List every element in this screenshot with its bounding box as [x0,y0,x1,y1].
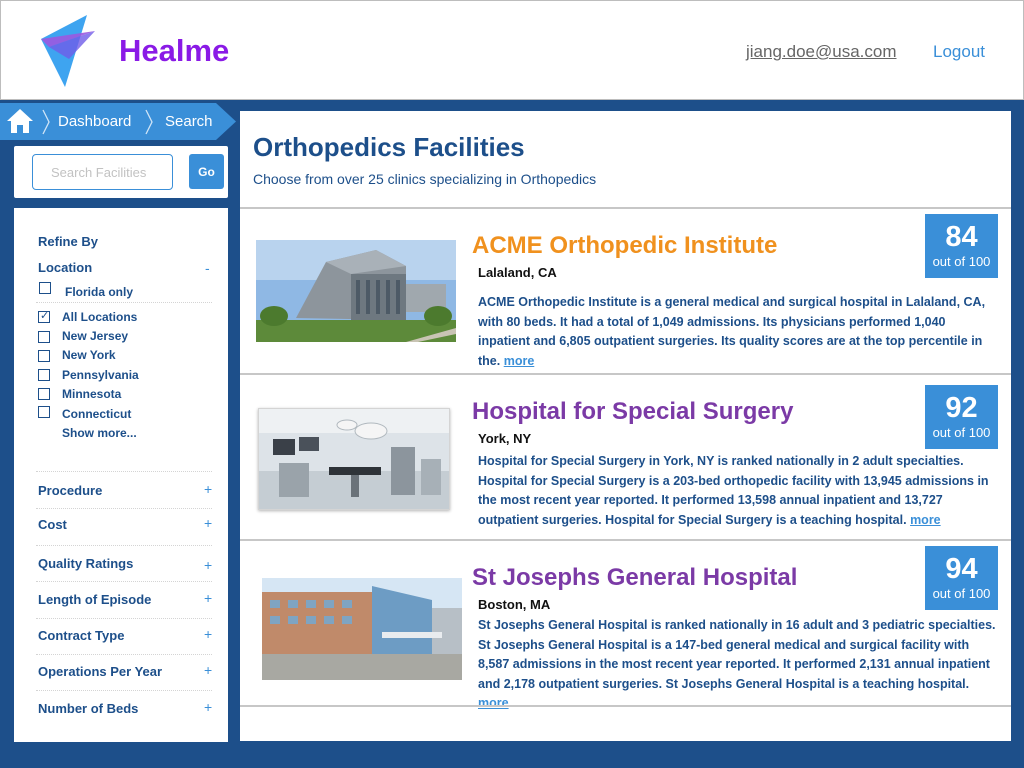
checkbox-minnesota[interactable] [38,388,50,400]
filter-number-of-beds[interactable]: Number of Beds [38,701,138,716]
go-button[interactable]: Go [189,154,224,189]
search-input[interactable] [32,154,173,190]
facility-name-link[interactable]: ACME Orthopedic Institute [472,232,777,260]
checkbox-label: Pennsylvania [62,368,139,382]
score-out-of: out of 100 [932,425,991,440]
checkbox-label: Minnesota [62,387,122,401]
quality-score-badge: 84 out of 100 [925,214,998,278]
facility-name-link[interactable]: Hospital for Special Surgery [472,398,793,426]
location-collapse-toggle[interactable]: - [205,260,210,276]
divider [36,471,212,472]
logout-link[interactable]: Logout [933,42,985,62]
divider [36,302,212,303]
divider [36,508,212,509]
facility-description-text: St Josephs General Hospital is ranked na… [478,618,996,691]
show-more-link[interactable]: Show more... [62,426,137,440]
page-subtitle: Choose from over 25 clinics specializing… [253,171,597,187]
filter-cost[interactable]: Cost [38,517,67,532]
more-link[interactable]: more [478,696,509,710]
divider [240,539,1011,541]
score-value: 94 [945,553,978,585]
quality-score-badge: 92 out of 100 [925,385,998,449]
filter-operations-per-year[interactable]: Operations Per Year [38,664,162,679]
filter-contract-type[interactable]: Contract Type [38,628,124,643]
checkbox-all-locations[interactable] [38,309,50,323]
expand-plus-icon[interactable]: + [204,590,212,606]
divider [36,581,212,582]
checkbox-label: New York [62,348,116,362]
facility-photo[interactable] [256,240,456,342]
facility-photo[interactable] [262,578,462,680]
refine-title: Refine By [38,234,98,249]
facility-location: Lalaland, CA [478,265,557,280]
checkbox-label: New Jersey [62,329,129,343]
checkbox-pennsylvania[interactable] [38,369,50,381]
filter-procedure[interactable]: Procedure [38,483,102,498]
divider [36,654,212,655]
facility-name-link[interactable]: St Josephs General Hospital [472,564,797,592]
expand-plus-icon[interactable]: + [204,626,212,642]
expand-plus-icon[interactable]: + [204,699,212,715]
facility-location: Boston, MA [478,597,551,612]
more-link[interactable]: more [504,354,535,368]
breadcrumb: Dashboard Search [0,103,236,140]
operating-room-photo-icon [259,409,449,509]
search-panel: Go [14,146,228,198]
building-photo-icon [256,240,456,342]
facility-description: Hospital for Special Surgery in York, NY… [478,452,996,530]
expand-plus-icon[interactable]: + [204,662,212,678]
filter-panel: Refine By Location - Florida only All Lo… [14,208,228,742]
checkbox-label: Florida only [65,285,134,299]
checkbox-connecticut[interactable] [38,406,50,418]
facility-location: York, NY [478,431,532,446]
brand-name: Healme [119,33,230,68]
checkbox-new-jersey[interactable] [38,331,50,343]
expand-plus-icon[interactable]: + [204,557,212,573]
expand-plus-icon[interactable]: + [204,515,212,531]
divider [240,373,1011,375]
facility-description: ACME Orthopedic Institute is a general m… [478,293,996,371]
score-out-of: out of 100 [932,254,991,269]
divider [240,207,1011,209]
home-icon[interactable] [6,108,34,134]
expand-plus-icon[interactable]: + [204,481,212,497]
divider [36,618,212,619]
chevron-right-icon [145,109,153,135]
facility-description-text: ACME Orthopedic Institute is a general m… [478,295,986,368]
page-title: Orthopedics Facilities [253,132,525,162]
quality-score-badge: 94 out of 100 [925,546,998,610]
filter-quality-ratings[interactable]: Quality Ratings [38,556,133,571]
app-header: Healme jiang.doe@usa.com Logout [0,0,1024,100]
score-value: 92 [945,392,978,424]
user-email-link[interactable]: jiang.doe@usa.com [746,42,897,62]
facility-photo[interactable] [258,408,450,510]
brand-logo [41,15,95,87]
chevron-right-icon [42,109,50,135]
breadcrumb-search[interactable]: Search [165,113,213,130]
divider [36,545,212,546]
score-value: 84 [945,221,978,253]
checkbox-florida-only[interactable] [39,282,51,294]
filter-length-of-episode[interactable]: Length of Episode [38,592,151,607]
divider [240,705,1011,707]
divider [36,690,212,691]
location-filter-title[interactable]: Location [38,260,92,275]
breadcrumb-dashboard[interactable]: Dashboard [58,113,131,130]
more-link[interactable]: more [910,513,941,527]
building-photo-icon [262,578,462,680]
checkbox-label: Connecticut [62,407,132,421]
checkbox-new-york[interactable] [38,350,50,362]
facility-description: St Josephs General Hospital is ranked na… [478,616,996,714]
score-out-of: out of 100 [932,586,991,601]
results-panel: Orthopedics Facilities Choose from over … [240,111,1011,741]
checkbox-label: All Locations [62,310,138,324]
